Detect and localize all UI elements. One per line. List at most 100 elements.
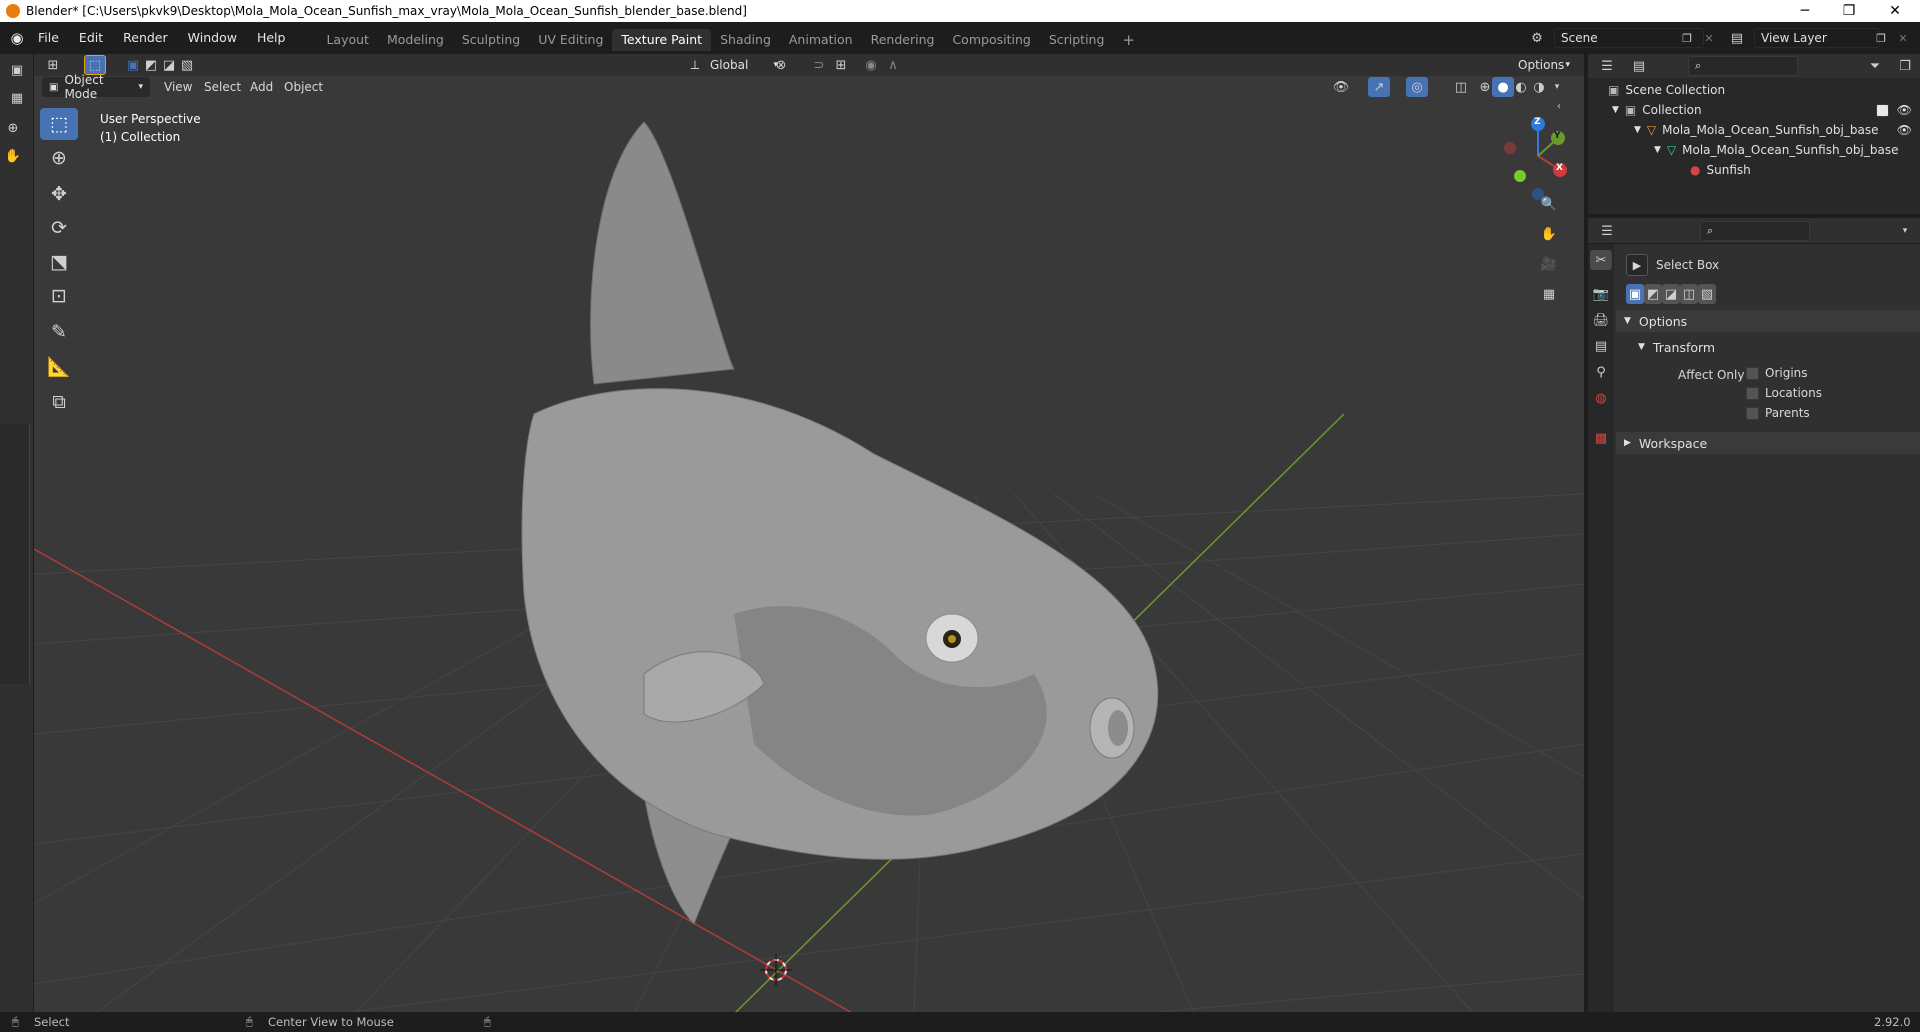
tab-layout[interactable]: Layout: [317, 29, 378, 51]
mode-invert-icon[interactable]: ◫: [1680, 284, 1698, 304]
tree-mesh-data[interactable]: ▼ ▽ Mola_Mola_Ocean_Sunfish_obj_base: [1654, 140, 1898, 160]
paint-mode-icon[interactable]: ▦: [6, 88, 28, 108]
properties-search-input[interactable]: ⌕: [1700, 221, 1810, 241]
3d-viewport[interactable]: ⊞ ⬚ ▣ ◩ ◪ ▧ ⟂ Global ▾ ⊗ ⊃ ⊞ ◉ ∧ Options…: [34, 54, 1584, 1014]
mesh-label: Mola_Mola_Ocean_Sunfish_obj_base: [1682, 143, 1899, 157]
tab-shading[interactable]: Shading: [711, 29, 780, 51]
tab-animation[interactable]: Animation: [780, 29, 862, 51]
menu-file[interactable]: File: [28, 22, 69, 54]
output-tab-icon[interactable]: 🖨: [1590, 310, 1612, 330]
navigation-gizmo[interactable]: Z X Y: [1498, 114, 1584, 204]
tab-rendering[interactable]: Rendering: [862, 29, 944, 51]
tree-object[interactable]: ▼ ▽ Mola_Mola_Ocean_Sunfish_obj_base 👁: [1634, 120, 1912, 140]
mode-set-icon[interactable]: ▣: [1626, 284, 1644, 304]
add-workspace-button[interactable]: +: [1113, 29, 1144, 51]
locations-label: Locations: [1765, 386, 1823, 400]
measure-tool[interactable]: 📐: [40, 350, 78, 382]
outliner-editor-type-icon[interactable]: ☰: [1596, 56, 1618, 76]
transform-subpanel-header[interactable]: ▼ Transform: [1616, 336, 1920, 358]
options-panel-header[interactable]: ▼ Options: [1616, 310, 1920, 332]
sunfish-model[interactable]: [521, 121, 1159, 925]
tab-modeling[interactable]: Modeling: [378, 29, 453, 51]
pencil-icon: ✎: [51, 321, 67, 343]
transform-tool[interactable]: ⊡: [40, 280, 78, 312]
view-layer-tab-icon[interactable]: ▤: [1590, 336, 1612, 356]
status-center-view-label: Center View to Mouse: [268, 1015, 394, 1029]
ortho-toggle-icon[interactable]: ▦: [1538, 284, 1560, 304]
add-cube-tool[interactable]: ⧉: [40, 386, 78, 418]
view-layer-selector[interactable]: View Layer: [1754, 28, 1880, 48]
scene-tab-icon[interactable]: ⚲: [1590, 362, 1612, 382]
minimize-button[interactable]: ─: [1782, 0, 1828, 22]
annotate-tool[interactable]: ✎: [40, 316, 78, 348]
tab-compositing[interactable]: Compositing: [943, 29, 1039, 51]
view-layer-icon[interactable]: ▤: [1726, 28, 1748, 48]
mode-intersect-icon[interactable]: ▧: [1698, 284, 1716, 304]
locations-checkbox[interactable]: Locations: [1746, 386, 1822, 400]
transform-subpanel-title: Transform: [1652, 339, 1716, 355]
search-icon: ⌕: [1695, 59, 1702, 72]
rotate-tool[interactable]: ⟳: [40, 212, 78, 244]
tab-sculpting[interactable]: Sculpting: [453, 29, 529, 51]
close-button[interactable]: ✕: [1872, 0, 1918, 22]
tab-texture-paint[interactable]: Texture Paint: [612, 29, 712, 51]
scale-tool[interactable]: ⬔: [40, 246, 78, 278]
filter-icon[interactable]: ⏷: [1864, 56, 1886, 76]
texture-tab-icon[interactable]: ▩: [1590, 428, 1612, 448]
collection-label: (1) Collection: [100, 130, 181, 144]
tool-tab-icon[interactable]: ✂: [1590, 250, 1612, 270]
chevron-down-icon[interactable]: ▾: [1894, 221, 1916, 241]
display-mode-icon[interactable]: ▤: [1628, 56, 1650, 76]
world-tab-icon[interactable]: ◍: [1590, 388, 1612, 408]
tab-scripting[interactable]: Scripting: [1040, 29, 1114, 51]
new-scene-icon[interactable]: ❐: [1676, 28, 1698, 48]
menu-edit[interactable]: Edit: [69, 22, 113, 54]
new-collection-icon[interactable]: ❐: [1894, 56, 1916, 76]
menu-help[interactable]: Help: [247, 22, 296, 54]
delete-scene-icon[interactable]: ✕: [1698, 28, 1720, 48]
properties-editor-type-icon[interactable]: ☰: [1596, 221, 1618, 241]
eye-icon[interactable]: 👁: [1897, 123, 1912, 137]
tab-uv-editing[interactable]: UV Editing: [529, 29, 612, 51]
left-editor-strip: ▣ ▦ ⊕ ✋: [0, 54, 34, 1014]
zoom-icon[interactable]: ⊕: [2, 118, 24, 138]
view-layer-name: View Layer: [1761, 31, 1827, 45]
move-tool[interactable]: ✥: [40, 178, 78, 210]
camera-view-icon[interactable]: 🎥: [1538, 254, 1560, 274]
scene-icon[interactable]: ⚙: [1526, 28, 1548, 48]
cursor-arrow-icon: ⬚: [50, 113, 68, 135]
zoom-view-icon[interactable]: 🔍: [1538, 194, 1560, 214]
y-axis-label: Y: [1554, 131, 1561, 141]
version-label: 2.92.0: [1874, 1015, 1911, 1029]
eye-icon[interactable]: 👁: [1897, 103, 1912, 117]
cursor-tool[interactable]: ⊕: [40, 142, 78, 174]
select-box-tool[interactable]: ⬚: [40, 108, 78, 140]
workspace-panel-header[interactable]: ▶ Workspace: [1616, 432, 1920, 454]
maximize-button[interactable]: ❐: [1826, 0, 1872, 22]
viewport-canvas[interactable]: [34, 54, 1584, 1014]
pan-view-icon[interactable]: ✋: [1538, 224, 1560, 244]
tree-material[interactable]: ● Sunfish: [1690, 160, 1751, 180]
tree-collection[interactable]: ▼ ▣ Collection 👁: [1612, 100, 1912, 120]
sidebar-toggle-icon[interactable]: ‹: [1548, 96, 1570, 116]
collection-label: Collection: [1642, 103, 1702, 117]
menu-render[interactable]: Render: [113, 22, 178, 54]
origins-checkbox[interactable]: Origins: [1746, 366, 1808, 380]
checkbox-box: [1746, 366, 1759, 380]
editor-type-icon[interactable]: ▣: [6, 60, 28, 80]
blender-menu-icon[interactable]: ◉: [6, 28, 28, 48]
render-tab-icon[interactable]: 📷: [1590, 284, 1612, 304]
properties-content: ▶ Select Box ▣ ◩ ◪ ◫ ▧ ▼ Options ▼ Trans…: [1616, 244, 1920, 1014]
mode-subtract-icon[interactable]: ◪: [1662, 284, 1680, 304]
tree-scene-collection[interactable]: ▣ Scene Collection: [1608, 80, 1725, 100]
exclude-checkbox[interactable]: [1875, 103, 1889, 117]
menu-window[interactable]: Window: [178, 22, 247, 54]
pan-hand-icon[interactable]: ✋: [2, 146, 24, 166]
parents-checkbox[interactable]: Parents: [1746, 406, 1810, 420]
options-panel-title: Options: [1638, 313, 1688, 329]
mode-extend-icon[interactable]: ◩: [1644, 284, 1662, 304]
search-icon: ⌕: [1707, 224, 1714, 237]
new-view-layer-icon[interactable]: ❐: [1870, 28, 1892, 48]
outliner-search-input[interactable]: ⌕: [1688, 56, 1798, 76]
delete-view-layer-icon[interactable]: ✕: [1892, 28, 1914, 48]
